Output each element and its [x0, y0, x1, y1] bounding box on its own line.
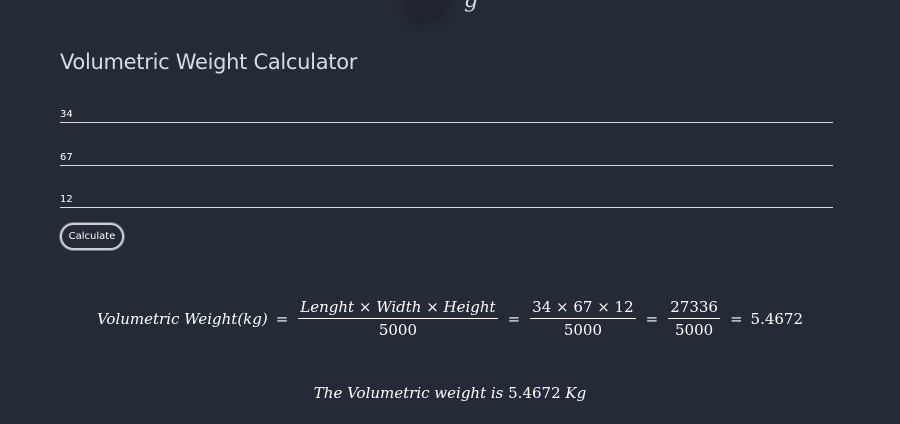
- fraction-numerator: 34 × 67 × 12: [530, 298, 636, 319]
- logo-glyph: g: [464, 0, 479, 13]
- formula: Volumetric Weight(kg) = Lenght × Width ×…: [0, 298, 900, 339]
- width-field: [60, 145, 833, 167]
- height-input[interactable]: [60, 190, 833, 209]
- length-input[interactable]: [60, 105, 833, 124]
- result-value: 5.4672: [508, 384, 561, 402]
- result-line: The Volumetric weight is 5.4672 Kg: [0, 384, 900, 402]
- formula-fraction-product: 27336 5000: [668, 298, 720, 339]
- equals-sign: =: [645, 309, 659, 328]
- formula-lhs: Volumetric Weight(kg): [96, 309, 268, 328]
- formula-fraction-general: Lenght × Width × Height 5000: [298, 298, 498, 339]
- fraction-numerator: Lenght × Width × Height: [298, 298, 498, 319]
- fraction-denominator: 5000: [563, 321, 602, 339]
- height-field: [60, 187, 833, 209]
- result-prefix: The Volumetric weight is: [313, 384, 509, 402]
- length-field: [60, 102, 833, 124]
- page: g Volumetric Weight Calculator Calculate…: [0, 0, 900, 424]
- page-title: Volumetric Weight Calculator: [60, 50, 358, 74]
- formula-fraction-values: 34 × 67 × 12 5000: [530, 298, 636, 339]
- formula-result: 5.4672: [750, 309, 804, 328]
- fraction-numerator: 27336: [668, 298, 720, 319]
- width-input[interactable]: [60, 148, 833, 167]
- calculate-button[interactable]: Calculate: [60, 223, 124, 250]
- result-unit: Kg: [560, 384, 587, 402]
- logo: [408, 0, 448, 18]
- equals-sign: =: [275, 309, 289, 328]
- equals-sign: =: [507, 309, 521, 328]
- equals-sign: =: [729, 309, 743, 328]
- fraction-denominator: 5000: [378, 321, 418, 339]
- fraction-denominator: 5000: [675, 321, 714, 339]
